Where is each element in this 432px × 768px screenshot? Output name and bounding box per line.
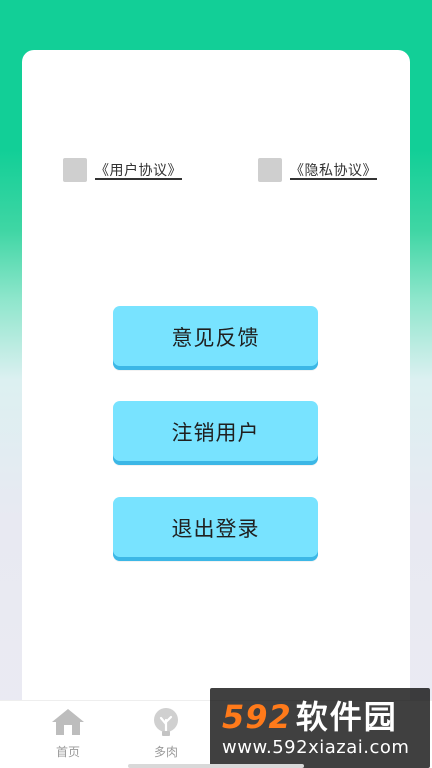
watermark-title: 592 软件园: [222, 699, 430, 735]
privacy-agreement-row: 《隐私协议》: [258, 158, 377, 182]
watermark-name: 软件园: [295, 697, 398, 736]
tab-home[interactable]: 首页: [28, 707, 108, 760]
home-indicator[interactable]: [128, 764, 304, 768]
tab-succulent-label: 多肉: [153, 745, 178, 759]
privacy-agreement-link[interactable]: 《隐私协议》: [290, 160, 377, 180]
user-agreement-checkbox[interactable]: [63, 158, 87, 182]
logout-button[interactable]: 退出登录: [113, 497, 318, 561]
user-agreement-link[interactable]: 《用户协议》: [95, 160, 182, 180]
user-agreement-row: 《用户协议》: [63, 158, 182, 182]
delete-account-button[interactable]: 注销用户: [113, 401, 318, 465]
watermark-logo: 592 软件园 www.592xiazai.com: [210, 688, 430, 768]
tab-home-label: 首页: [55, 745, 80, 759]
feedback-button[interactable]: 意见反馈: [113, 306, 318, 370]
watermark-number: 592: [222, 697, 292, 736]
settings-card: [22, 50, 410, 710]
house-icon: [50, 707, 86, 737]
privacy-agreement-checkbox[interactable]: [258, 158, 282, 182]
plant-icon: [151, 707, 181, 737]
watermark-url: www.592xiazai.com: [222, 736, 410, 758]
tab-succulent[interactable]: 多肉: [126, 707, 206, 760]
